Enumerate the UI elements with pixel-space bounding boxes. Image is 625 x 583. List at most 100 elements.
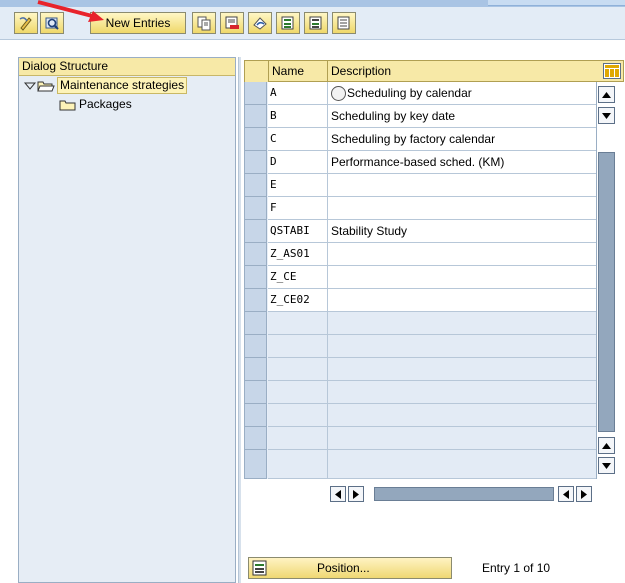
row-selector[interactable] (245, 312, 267, 335)
cell-description[interactable] (328, 381, 597, 404)
cell-name[interactable] (268, 450, 328, 479)
table-row[interactable]: Z_CE02 (245, 289, 597, 312)
table-row[interactable]: Z_CE (245, 266, 597, 289)
horizontal-scrollbar[interactable] (330, 486, 594, 502)
cell-description[interactable]: Scheduling by key date (328, 105, 597, 128)
cell-name[interactable]: QSTABI (268, 220, 328, 243)
panel-splitter[interactable] (238, 57, 241, 583)
cell-name[interactable]: C (268, 128, 328, 151)
cell-description[interactable] (328, 404, 597, 427)
cell-description[interactable] (328, 174, 597, 197)
row-selector[interactable] (245, 220, 267, 243)
top-strip-accent (488, 0, 625, 6)
table-row[interactable]: E (245, 174, 597, 197)
undo-icon[interactable] (248, 12, 272, 34)
cell-description-text: Scheduling by calendar (347, 86, 472, 100)
table-row[interactable]: F (245, 197, 597, 220)
scroll-right-icon[interactable] (348, 486, 364, 502)
cell-name[interactable]: Z_AS01 (268, 243, 328, 266)
scroll-left-end-icon[interactable] (558, 486, 574, 502)
copy-icon[interactable] (192, 12, 216, 34)
cell-description[interactable] (328, 289, 597, 312)
row-selector[interactable] (245, 174, 267, 197)
table-row[interactable]: B Scheduling by key date (245, 105, 597, 128)
cell-description[interactable] (328, 450, 597, 479)
scroll-left-icon[interactable] (330, 486, 346, 502)
column-header-name[interactable]: Name (269, 61, 328, 81)
row-selector[interactable] (245, 197, 267, 220)
cell-name[interactable]: Z_CE02 (268, 289, 328, 312)
row-selector[interactable] (245, 128, 267, 151)
cell-name[interactable] (268, 335, 328, 358)
table-settings-icon[interactable] (603, 63, 621, 79)
cell-description[interactable] (328, 358, 597, 381)
cell-name[interactable] (268, 381, 328, 404)
scroll-up-icon[interactable] (598, 86, 615, 103)
cell-name[interactable]: D (268, 151, 328, 174)
table-row[interactable]: A Scheduling by calendar (245, 82, 597, 105)
scroll-page-down-icon[interactable] (598, 107, 615, 124)
cell-description[interactable] (328, 197, 597, 220)
cell-description[interactable]: Stability Study (328, 220, 597, 243)
row-selector[interactable] (245, 151, 267, 174)
select-block-icon[interactable] (304, 12, 328, 34)
cell-name[interactable] (268, 404, 328, 427)
delete-icon[interactable] (220, 12, 244, 34)
scroll-down-icon[interactable] (598, 457, 615, 474)
table-row[interactable]: D Performance-based sched. (KM) (245, 151, 597, 174)
cell-description[interactable]: Scheduling by calendar (328, 82, 597, 105)
empty-table-row[interactable] (245, 312, 597, 335)
cell-description[interactable] (328, 335, 597, 358)
cell-description[interactable] (328, 427, 597, 450)
table-row[interactable]: C Scheduling by factory calendar (245, 128, 597, 151)
vertical-scrollbar[interactable] (596, 82, 616, 479)
tree-item-packages[interactable]: Packages (19, 95, 235, 114)
cell-description[interactable] (328, 243, 597, 266)
cell-name[interactable] (268, 427, 328, 450)
new-entries-label: New Entries (105, 16, 171, 30)
row-selector[interactable] (245, 243, 267, 266)
cell-name[interactable]: Z_CE (268, 266, 328, 289)
cell-description[interactable] (328, 312, 597, 335)
row-selector[interactable] (245, 335, 267, 358)
cell-name[interactable]: E (268, 174, 328, 197)
cell-description[interactable] (328, 266, 597, 289)
horizontal-scrollbar-thumb[interactable] (374, 487, 554, 501)
empty-table-row[interactable] (245, 381, 597, 404)
cell-description[interactable]: Scheduling by factory calendar (328, 128, 597, 151)
table-row[interactable]: QSTABI Stability Study (245, 220, 597, 243)
table-row[interactable]: Z_AS01 (245, 243, 597, 266)
cell-name[interactable]: A (268, 82, 328, 105)
row-selector[interactable] (245, 358, 267, 381)
empty-table-row[interactable] (245, 404, 597, 427)
scrollbar-thumb[interactable] (598, 152, 615, 432)
expand-caret-icon[interactable] (23, 80, 37, 92)
entry-counter: Entry 1 of 10 (482, 561, 551, 575)
row-selector[interactable] (245, 105, 267, 128)
deselect-all-icon[interactable] (332, 12, 356, 34)
row-selector[interactable] (245, 82, 267, 105)
column-header-description[interactable]: Description (328, 61, 598, 81)
row-selector[interactable] (245, 266, 267, 289)
empty-table-row[interactable] (245, 335, 597, 358)
cell-description[interactable]: Performance-based sched. (KM) (328, 151, 597, 174)
row-selector[interactable] (245, 289, 267, 312)
cell-name[interactable] (268, 312, 328, 335)
select-all-icon[interactable] (276, 12, 300, 34)
row-selector[interactable] (245, 404, 267, 427)
cell-name[interactable]: F (268, 197, 328, 220)
scroll-right-end-icon[interactable] (576, 486, 592, 502)
position-button[interactable]: Position... (248, 557, 452, 579)
cell-name[interactable] (268, 358, 328, 381)
tree-item-label: Maintenance strategies (57, 77, 188, 94)
row-selector[interactable] (245, 427, 267, 450)
scroll-page-up-icon[interactable] (598, 437, 615, 454)
tree-item-maintenance-strategies[interactable]: Maintenance strategies (19, 76, 235, 95)
cell-name[interactable]: B (268, 105, 328, 128)
empty-table-row[interactable] (245, 358, 597, 381)
empty-table-row[interactable] (245, 450, 597, 479)
select-all-rows-corner[interactable] (245, 61, 269, 83)
empty-table-row[interactable] (245, 427, 597, 450)
row-selector[interactable] (245, 450, 267, 479)
row-selector[interactable] (245, 381, 267, 404)
